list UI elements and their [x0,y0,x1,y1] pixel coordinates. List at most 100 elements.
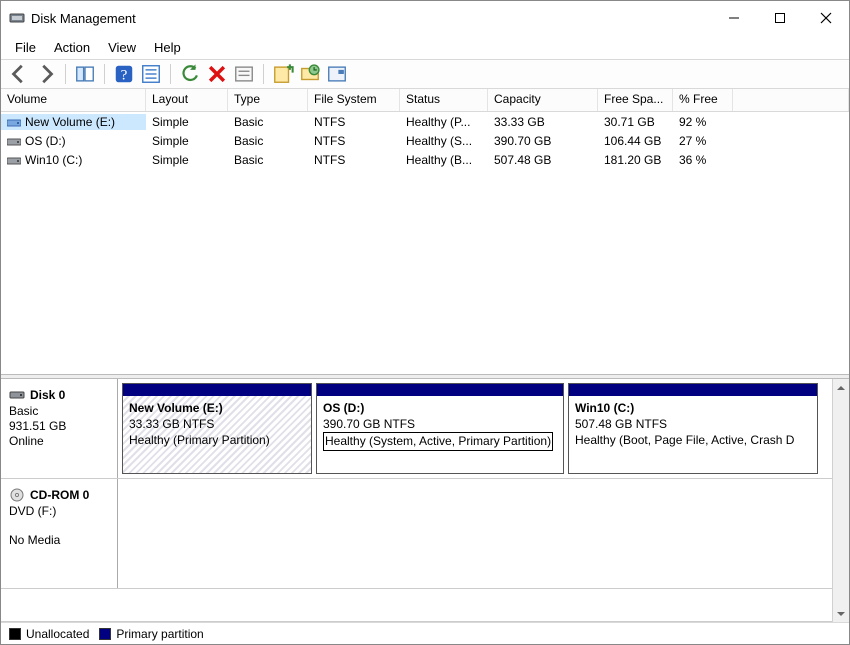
maximize-button[interactable] [757,3,803,33]
menubar: File Action View Help [1,35,849,59]
partition-box[interactable]: Win10 (C:)507.48 GB NTFSHealthy (Boot, P… [568,383,818,474]
menu-file[interactable]: File [7,37,44,58]
swatch-primary [99,628,111,640]
column-header-empty[interactable] [733,89,849,111]
refresh-icon[interactable] [178,62,202,86]
disk-state: No Media [9,533,109,547]
column-header-percent[interactable]: % Free [673,89,733,111]
volume-filesystem: NTFS [308,152,400,168]
volume-list-header: Volume Layout Type File System Status Ca… [1,89,849,112]
volume-name: Win10 (C:) [25,153,82,167]
legend-primary-label: Primary partition [116,627,203,641]
volume-name: OS (D:) [25,134,66,148]
volume-capacity: 390.70 GB [488,133,598,149]
disk-state: Online [9,434,109,448]
partition-body: Win10 (C:)507.48 GB NTFSHealthy (Boot, P… [569,396,817,473]
volume-row[interactable]: New Volume (E:)SimpleBasicNTFSHealthy (P… [1,112,849,131]
column-header-layout[interactable]: Layout [146,89,228,111]
app-icon [9,10,25,26]
disk-title: Disk 0 [9,387,109,403]
scroll-track[interactable] [833,396,849,605]
volume-filesystem: NTFS [308,133,400,149]
disk-kind: Basic [9,404,109,418]
disk-row: Disk 0Basic931.51 GBOnlineNew Volume (E:… [1,379,832,479]
minimize-button[interactable] [711,3,757,33]
partition-name: OS (D:) [323,400,557,416]
volume-percent: 27 % [673,133,733,149]
column-header-free[interactable]: Free Spa... [598,89,673,111]
volume-free: 106.44 GB [598,133,673,149]
volume-name-cell: OS (D:) [1,133,146,149]
partition-status: Healthy (Boot, Page File, Active, Crash … [575,433,794,447]
help-icon[interactable]: ? [112,62,136,86]
column-header-type[interactable]: Type [228,89,308,111]
legend-primary: Primary partition [99,627,203,641]
legend-unallocated: Unallocated [9,627,89,641]
partition-status: Healthy (System, Active, Primary Partiti… [323,432,553,450]
show-hide-console-icon[interactable] [73,62,97,86]
partition-sub: 390.70 GB NTFS [323,416,557,432]
titlebar: Disk Management [1,1,849,35]
column-header-filesystem[interactable]: File System [308,89,400,111]
volume-status: Healthy (B... [400,152,488,168]
menu-action[interactable]: Action [46,37,98,58]
drive-icon [7,155,21,165]
partition-header [569,384,817,396]
properties-icon[interactable] [139,62,163,86]
window-title: Disk Management [31,11,136,26]
close-button[interactable] [803,3,849,33]
disk-title: CD-ROM 0 [9,487,109,503]
disk-size: 931.51 GB [9,419,109,433]
format-icon[interactable] [232,62,256,86]
partition-body: New Volume (E:)33.33 GB NTFSHealthy (Pri… [123,396,311,473]
column-header-volume[interactable]: Volume [1,89,146,111]
swatch-unallocated [9,628,21,640]
partition-sub: 507.48 GB NTFS [575,416,811,432]
legend-unallocated-label: Unallocated [26,627,89,641]
volume-free: 181.20 GB [598,152,673,168]
volume-row[interactable]: Win10 (C:)SimpleBasicNTFSHealthy (B...50… [1,150,849,169]
volume-filesystem: NTFS [308,114,400,130]
volume-list: Volume Layout Type File System Status Ca… [1,89,849,374]
partition-box[interactable]: New Volume (E:)33.33 GB NTFSHealthy (Pri… [122,383,312,474]
partition-name: New Volume (E:) [129,400,305,416]
volume-row[interactable]: OS (D:)SimpleBasicNTFSHealthy (S...390.7… [1,131,849,150]
vertical-scrollbar[interactable] [832,379,849,622]
volume-percent: 92 % [673,114,733,130]
disk-graphical-pane: Disk 0Basic931.51 GBOnlineNew Volume (E:… [1,379,849,644]
disk-kind: DVD (F:) [9,504,109,518]
partition-box[interactable]: OS (D:)390.70 GB NTFSHealthy (System, Ac… [316,383,564,474]
toolbar-separator [104,64,105,84]
menu-help[interactable]: Help [146,37,189,58]
column-header-capacity[interactable]: Capacity [488,89,598,111]
toolbar: ? [1,59,849,89]
partition-body: OS (D:)390.70 GB NTFSHealthy (System, Ac… [317,396,563,473]
volume-status: Healthy (P... [400,114,488,130]
volume-type: Basic [228,114,308,130]
partition-header [123,384,311,396]
partition-status: Healthy (Primary Partition) [129,433,270,447]
drive-icon [7,136,21,146]
scroll-up-icon[interactable] [833,379,849,396]
partition-header [317,384,563,396]
volume-name-cell: Win10 (C:) [1,152,146,168]
volume-type: Basic [228,152,308,168]
volume-percent: 36 % [673,152,733,168]
menu-view[interactable]: View [100,37,144,58]
rescan-icon[interactable] [298,62,322,86]
svg-text:?: ? [121,68,128,84]
delete-icon[interactable] [205,62,229,86]
column-header-status[interactable]: Status [400,89,488,111]
toolbar-separator [65,64,66,84]
partition-name: Win10 (C:) [575,400,811,416]
disk-graphical-body: Disk 0Basic931.51 GBOnlineNew Volume (E:… [1,379,849,622]
disk-label-pane[interactable]: Disk 0Basic931.51 GBOnline [1,379,118,478]
volume-layout: Simple [146,114,228,130]
disk-label-pane[interactable]: CD-ROM 0DVD (F:) No Media [1,479,118,588]
new-volume-icon[interactable] [271,62,295,86]
volume-layout: Simple [146,133,228,149]
back-arrow-icon[interactable] [7,62,31,86]
scroll-down-icon[interactable] [833,605,849,622]
eject-icon[interactable] [325,62,349,86]
forward-arrow-icon[interactable] [34,62,58,86]
